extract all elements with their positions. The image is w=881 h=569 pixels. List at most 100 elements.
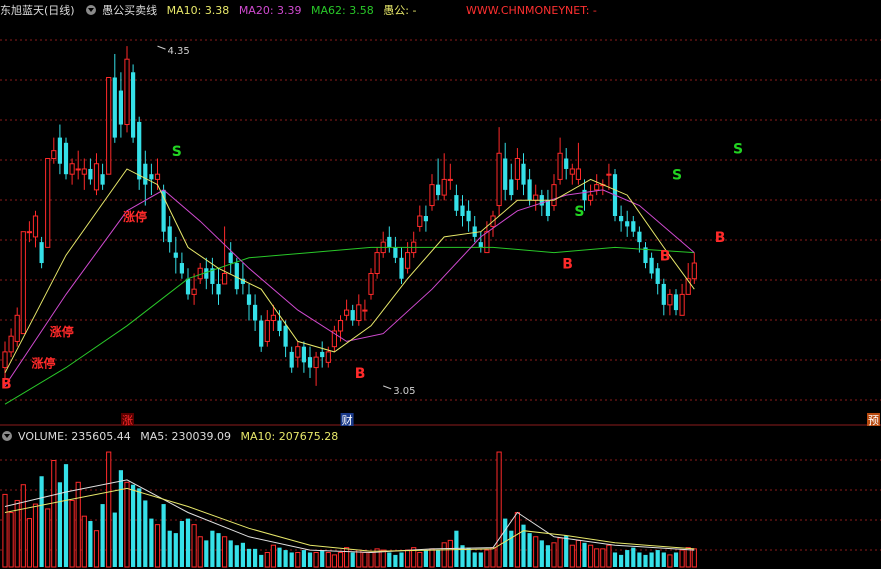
volume-bar — [564, 535, 569, 567]
volume-bar — [405, 549, 411, 568]
candle-body — [301, 346, 306, 363]
candle-body — [649, 257, 654, 274]
volume-bar — [264, 551, 270, 568]
volume-bar — [667, 554, 673, 568]
buy-signal: B — [562, 256, 573, 272]
volume-bar — [131, 484, 136, 567]
candle-body — [283, 325, 288, 347]
volume-bar — [106, 451, 112, 568]
volume-bar — [8, 512, 14, 568]
candle-body — [270, 314, 276, 322]
volume-bar — [2, 493, 8, 568]
candle-body — [100, 174, 105, 185]
volume-bar — [606, 544, 612, 568]
candle-body — [527, 179, 532, 201]
volume-bar — [191, 524, 197, 568]
candle-body — [606, 173, 612, 176]
volume-bar — [75, 481, 81, 568]
volume-bar — [20, 484, 26, 568]
volume-bar — [490, 547, 496, 568]
candle-body — [655, 268, 660, 284]
candle-body — [259, 320, 264, 347]
volume-bar — [289, 552, 294, 567]
candle-body — [20, 231, 26, 335]
candle-body — [514, 158, 520, 180]
candle-body — [368, 272, 374, 295]
candle-body — [436, 184, 441, 196]
high-price-label: 4.35 — [168, 46, 190, 57]
volume-bar — [88, 521, 93, 567]
volume-bar — [137, 488, 142, 567]
candle-body — [8, 335, 14, 353]
candle-body — [423, 216, 428, 222]
candle-body — [167, 226, 172, 243]
volume-bar — [514, 512, 520, 568]
volume-bar — [179, 521, 184, 567]
volume-bar — [569, 544, 575, 568]
volume-bar — [228, 540, 233, 567]
candle-body — [679, 293, 685, 316]
candle-body — [228, 252, 233, 264]
volume-bar — [509, 530, 514, 567]
volume-bar — [527, 533, 532, 567]
volume-bar — [350, 552, 355, 567]
volume-bar — [649, 552, 654, 567]
candle-body — [295, 346, 301, 358]
ma62-line — [4, 246, 695, 405]
candle-body — [289, 351, 294, 368]
volume-bar — [313, 551, 319, 568]
candle-body — [399, 257, 404, 279]
candle-body — [313, 356, 319, 369]
volume-bar — [655, 550, 660, 567]
candle-body — [496, 152, 502, 207]
buy-signal: B — [355, 366, 366, 382]
candle-body — [131, 72, 136, 138]
candle-body — [106, 76, 112, 175]
volume-bar — [575, 539, 581, 568]
sell-signal: S — [733, 141, 743, 157]
volume-bar — [551, 542, 557, 568]
volume-bar — [259, 554, 264, 567]
volume-bar — [112, 512, 117, 567]
volume-bar — [679, 549, 685, 568]
volume-bar — [557, 537, 563, 568]
volume-bar — [466, 547, 471, 567]
volume-bar — [149, 518, 154, 567]
low-pointer — [383, 385, 392, 390]
volume-bar — [673, 552, 679, 567]
volume-bar — [57, 482, 62, 567]
volume-bar — [533, 536, 539, 568]
candle-body — [337, 320, 344, 332]
volume-bar — [325, 551, 331, 568]
candle-body — [191, 288, 197, 295]
volume-bar — [380, 549, 386, 568]
volume-bar — [167, 530, 172, 567]
volume-bar — [154, 524, 161, 568]
candle-body — [362, 309, 368, 312]
candle-body — [472, 226, 477, 237]
candle-body — [173, 252, 178, 258]
volume-bar — [161, 504, 166, 567]
candle-body — [75, 168, 81, 171]
kline-chart[interactable]: 4.353.05B涨停涨停涨停SBBSBSBS涨财预 — [0, 0, 881, 569]
candle-body — [143, 163, 148, 185]
volume-bar — [197, 536, 203, 568]
volume-bar — [484, 549, 490, 568]
volume-bar — [429, 548, 435, 568]
candle-body — [575, 168, 581, 180]
volume-bar — [69, 499, 75, 568]
candle-body — [588, 194, 594, 201]
candle-body — [594, 184, 600, 191]
volume-bar — [619, 554, 624, 567]
candle-body — [551, 184, 557, 207]
volume-bar — [295, 551, 301, 568]
volume-bar — [436, 550, 441, 567]
candle-body — [124, 58, 130, 126]
volume-bar — [625, 550, 630, 567]
candle-body — [447, 178, 453, 181]
volume-bar — [26, 518, 32, 568]
candle-body — [204, 268, 209, 279]
candle-body — [569, 168, 575, 175]
volume-bar — [320, 550, 325, 567]
volume-bar — [45, 508, 51, 568]
